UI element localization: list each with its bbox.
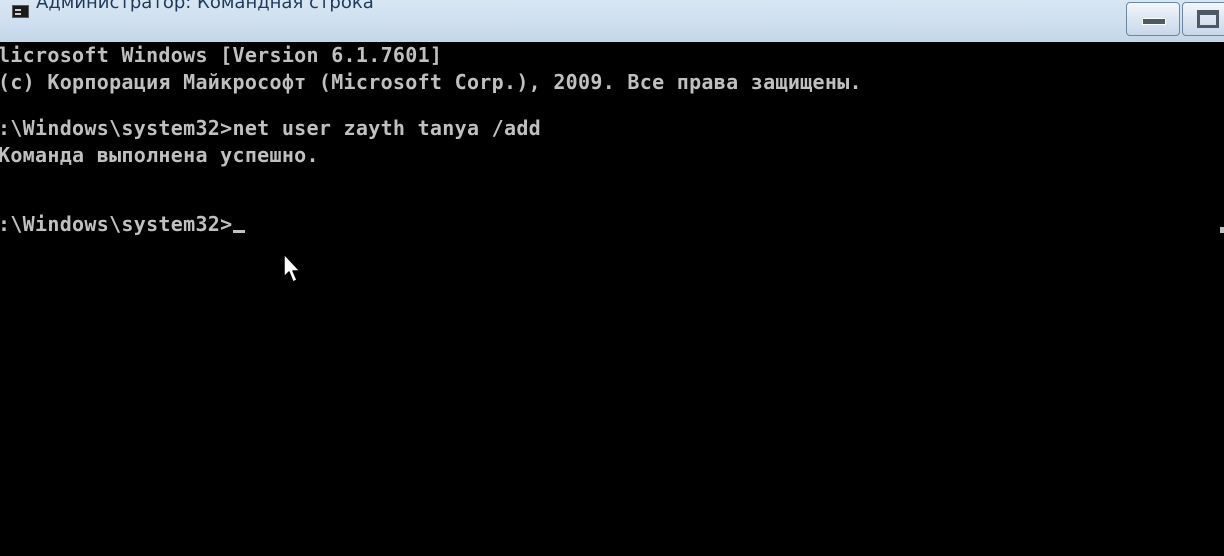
console-line: licrosoft Windows [Version 6.1.7601] bbox=[0, 43, 443, 67]
prompt-text: :\Windows\system32> bbox=[0, 212, 233, 236]
arrow-cursor-icon bbox=[283, 253, 301, 283]
window-title: Администратор: Командная строка bbox=[36, 0, 374, 13]
maximize-button[interactable] bbox=[1182, 2, 1224, 36]
minimize-icon bbox=[1142, 18, 1166, 25]
console-output[interactable]: licrosoft Windows [Version 6.1.7601] (c)… bbox=[0, 42, 1224, 556]
minimize-button[interactable] bbox=[1126, 2, 1180, 36]
scroll-edge-mark bbox=[1220, 227, 1224, 233]
maximize-icon bbox=[1197, 10, 1219, 28]
prompt-line[interactable]: :\Windows\system32> bbox=[0, 212, 246, 236]
text-cursor bbox=[233, 230, 246, 233]
console-line: Команда выполнена успешно. bbox=[0, 143, 319, 167]
console-line: :\Windows\system32>net user zayth tanya … bbox=[0, 116, 542, 140]
console-line: (c) Корпорация Майкрософт (Microsoft Cor… bbox=[0, 70, 862, 94]
title-bar[interactable]: Администратор: Командная строка bbox=[0, 0, 1224, 43]
command-prompt-window: Администратор: Командная строка licrosof… bbox=[0, 0, 1224, 556]
cmd-icon[interactable] bbox=[12, 5, 29, 18]
